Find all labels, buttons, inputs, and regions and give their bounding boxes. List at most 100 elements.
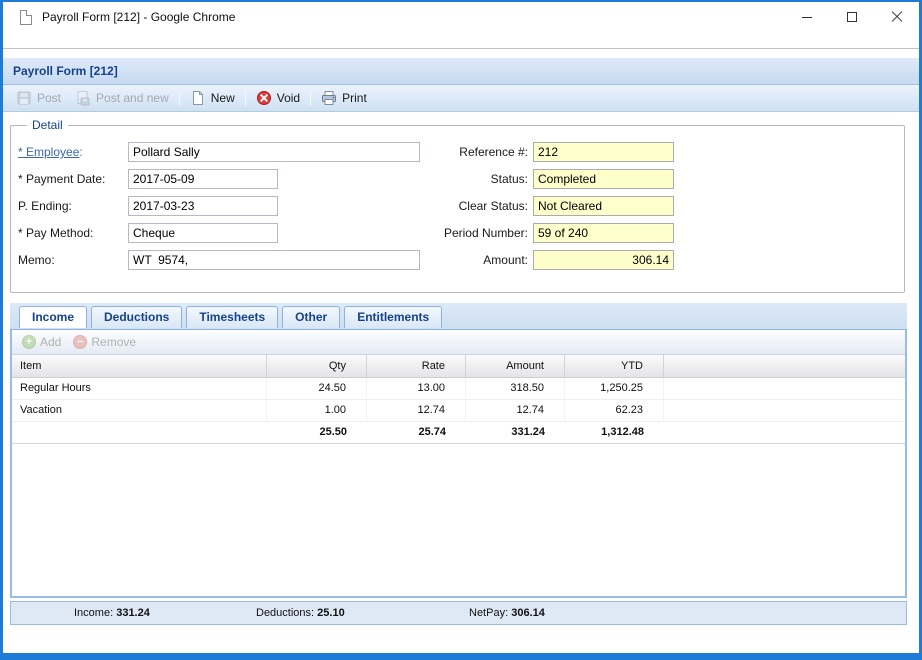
window-title: Payroll Form [212] - Google Chrome	[42, 10, 235, 24]
totals-row: 25.50 25.74 331.24 1,312.48	[12, 422, 905, 444]
remove-icon: −	[73, 335, 87, 349]
summary-deductions-value: 25.10	[317, 607, 345, 619]
table-row[interactable]: Regular Hours 24.50 13.00 318.50 1,250.2…	[12, 378, 905, 400]
summary-deductions-label: Deductions:	[256, 607, 314, 619]
grid-toolbar: + Add − Remove	[12, 330, 905, 355]
reference-label: Reference #:	[408, 142, 528, 162]
remove-button[interactable]: − Remove	[67, 333, 142, 351]
column-header-filler	[664, 355, 905, 377]
period-ending-field[interactable]	[128, 196, 278, 216]
totals-amount: 331.24	[466, 422, 565, 443]
payment-date-label: * Payment Date:	[18, 169, 126, 189]
minimize-button[interactable]	[784, 2, 829, 32]
grid-header-row: Item Qty Rate Amount YTD	[12, 355, 905, 378]
add-icon: +	[22, 335, 36, 349]
totals-ytd: 1,312.48	[565, 422, 664, 443]
column-header-qty[interactable]: Qty	[267, 355, 367, 377]
amount-field[interactable]	[533, 250, 674, 270]
column-header-item[interactable]: Item	[12, 355, 267, 377]
row-rate: 13.00	[367, 378, 466, 399]
employee-label-link[interactable]: * Employee:	[18, 142, 126, 162]
row-qty: 24.50	[267, 378, 367, 399]
summary-income-label: Income:	[74, 607, 113, 619]
void-icon	[256, 90, 272, 106]
totals-qty: 25.50	[267, 422, 367, 443]
tab-other[interactable]: Other	[282, 306, 340, 328]
form-body: Detail * Employee: Reference #: * Paymen…	[3, 112, 919, 652]
pay-method-field[interactable]	[128, 223, 278, 243]
row-ytd: 62.23	[565, 400, 664, 421]
new-label: New	[211, 91, 235, 105]
summary-income: Income: 331.24	[74, 602, 150, 624]
app-header: Payroll Form [212]	[3, 58, 919, 85]
remove-label: Remove	[91, 335, 136, 349]
page-favicon-icon	[20, 10, 32, 25]
tab-panel: Income Deductions Timesheets Other Entit…	[10, 303, 907, 598]
summary-netpay: NetPay: 306.14	[469, 602, 545, 624]
main-toolbar: Post Post and new New Void	[3, 85, 919, 112]
tab-entitlements[interactable]: Entitlements	[344, 306, 442, 328]
save-new-icon	[75, 90, 91, 106]
browser-window: Payroll Form [212] - Google Chrome Payro…	[0, 0, 922, 660]
row-filler	[664, 400, 905, 421]
add-label: Add	[40, 335, 61, 349]
period-ending-label: P. Ending:	[18, 196, 126, 216]
page-title: Payroll Form [212]	[3, 64, 118, 78]
toolbar-separator	[310, 90, 311, 106]
detail-legend: Detail	[27, 118, 68, 132]
maximize-icon	[847, 12, 857, 22]
row-amount: 12.74	[466, 400, 565, 421]
row-qty: 1.00	[267, 400, 367, 421]
column-header-amount[interactable]: Amount	[466, 355, 565, 377]
row-rate: 12.74	[367, 400, 466, 421]
void-label: Void	[277, 91, 300, 105]
new-button[interactable]: New	[183, 88, 242, 108]
income-grid: Item Qty Rate Amount YTD Regular Hours 2…	[12, 355, 905, 444]
table-row[interactable]: Vacation 1.00 12.74 12.74 62.23	[12, 400, 905, 422]
income-tab-panel: + Add − Remove Item Qty Rate Amount YTD	[10, 330, 907, 598]
detail-fieldset: Detail * Employee: Reference #: * Paymen…	[10, 125, 905, 293]
add-button[interactable]: + Add	[16, 333, 67, 351]
post-and-new-button[interactable]: Post and new	[68, 88, 176, 108]
status-field[interactable]	[533, 169, 674, 189]
column-header-rate[interactable]: Rate	[367, 355, 466, 377]
tab-timesheets[interactable]: Timesheets	[186, 306, 278, 328]
title-bar: Payroll Form [212] - Google Chrome	[3, 2, 919, 32]
tab-income[interactable]: Income	[19, 306, 87, 328]
summary-netpay-label: NetPay:	[469, 607, 508, 619]
minimize-icon	[802, 17, 812, 18]
toolbar-separator	[179, 90, 180, 106]
payment-date-field[interactable]	[128, 169, 278, 189]
print-label: Print	[342, 91, 367, 105]
reference-field[interactable]	[533, 142, 674, 162]
row-filler	[664, 378, 905, 399]
summary-income-value: 331.24	[116, 607, 150, 619]
clear-status-field[interactable]	[533, 196, 674, 216]
close-button[interactable]	[874, 2, 919, 32]
post-label: Post	[37, 91, 61, 105]
amount-label: Amount:	[408, 250, 528, 270]
status-label: Status:	[408, 169, 528, 189]
summary-netpay-value: 306.14	[511, 607, 545, 619]
column-header-ytd[interactable]: YTD	[565, 355, 664, 377]
void-button[interactable]: Void	[249, 88, 307, 108]
period-number-field[interactable]	[533, 223, 674, 243]
page-top-gap	[3, 49, 919, 58]
close-icon	[891, 11, 903, 23]
print-button[interactable]: Print	[314, 88, 374, 108]
row-amount: 318.50	[466, 378, 565, 399]
employee-label-colon: :	[79, 145, 82, 159]
row-item: Regular Hours	[12, 378, 267, 399]
maximize-button[interactable]	[829, 2, 874, 32]
browser-chrome-strip	[3, 32, 919, 49]
totals-rate: 25.74	[367, 422, 466, 443]
totals-filler	[664, 422, 905, 443]
save-icon	[16, 90, 32, 106]
memo-field[interactable]	[128, 250, 420, 270]
new-document-icon	[190, 90, 206, 106]
tab-deductions[interactable]: Deductions	[91, 306, 182, 328]
post-button[interactable]: Post	[9, 88, 68, 108]
employee-field[interactable]	[128, 142, 420, 162]
toolbar-separator	[245, 90, 246, 106]
employee-label-text: * Employee	[18, 145, 79, 159]
